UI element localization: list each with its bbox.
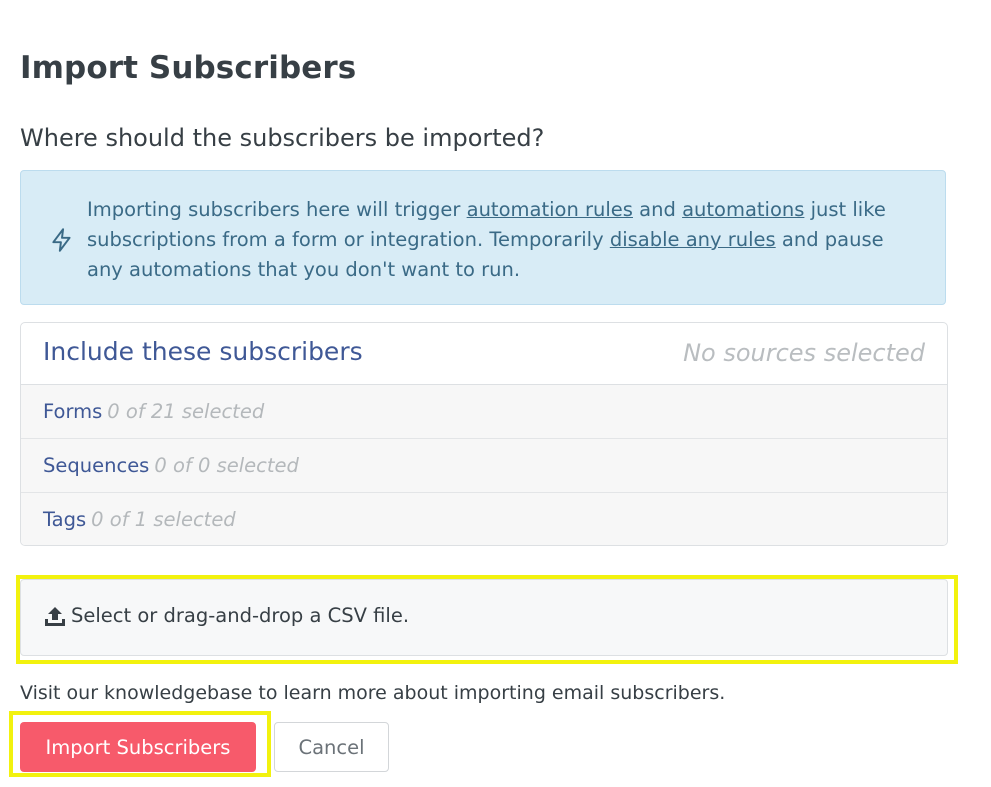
source-count: 0 of 1 selected [91,508,236,531]
import-question-heading: Where should the subscribers be imported… [20,124,545,152]
notice-text-segment: and [632,198,683,221]
source-name: Sequences [43,454,150,477]
source-count: 0 of 0 selected [154,454,299,477]
source-row-sequences[interactable]: Sequences 0 of 0 selected [21,439,947,493]
lightning-icon [49,227,75,253]
sources-header: Include these subscribers No sources sel… [21,323,947,385]
import-subscribers-button[interactable]: Import Subscribers [20,722,256,772]
source-count: 0 of 21 selected [107,400,265,423]
notice-text-segment: Importing subscribers here will trigger [87,198,467,221]
source-row-forms[interactable]: Forms 0 of 21 selected [21,385,947,439]
notice-text: Importing subscribers here will trigger … [87,195,917,285]
source-row-tags[interactable]: Tags 0 of 1 selected [21,493,947,545]
disable-rules-link[interactable]: disable any rules [610,228,776,251]
import-subscribers-page: Import Subscribers Where should the subs… [0,0,991,787]
page-title: Import Subscribers [20,50,357,86]
sources-title: Include these subscribers [43,337,363,366]
subscriber-sources-panel: Include these subscribers No sources sel… [20,322,948,546]
source-name: Tags [43,508,87,531]
automation-notice: Importing subscribers here will trigger … [20,170,946,305]
sources-status: No sources selected [683,339,925,367]
csv-upload-dropzone[interactable]: Select or drag-and-drop a CSV file. [20,579,948,656]
upload-icon [44,606,66,628]
automations-link[interactable]: automations [682,198,804,221]
source-name: Forms [43,400,103,423]
automation-rules-link[interactable]: automation rules [467,198,633,221]
knowledgebase-text: Visit our knowledgebase to learn more ab… [20,682,726,704]
cancel-button[interactable]: Cancel [274,722,389,772]
upload-label: Select or drag-and-drop a CSV file. [71,604,410,627]
